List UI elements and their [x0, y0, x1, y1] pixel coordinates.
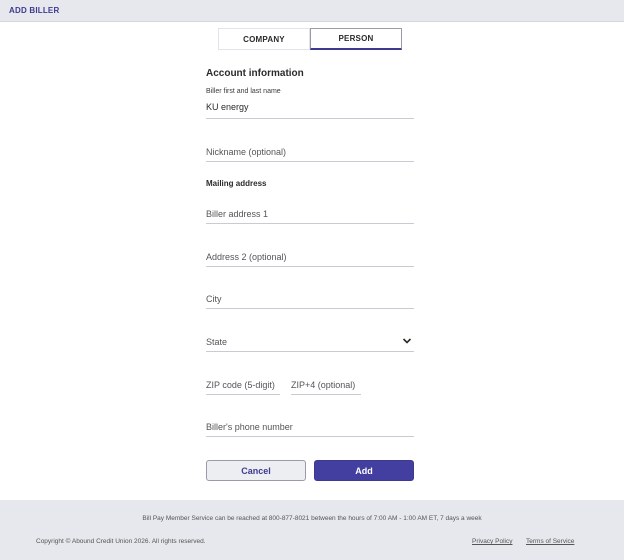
phone-placeholder: Biller's phone number: [206, 422, 293, 432]
address2-field[interactable]: Address 2 (optional): [206, 247, 414, 267]
state-placeholder: State: [206, 337, 228, 347]
privacy-policy-link[interactable]: Privacy Policy: [472, 538, 512, 545]
mailing-address-heading: Mailing address: [206, 179, 267, 188]
terms-of-service-link[interactable]: Terms of Service: [526, 538, 574, 545]
biller-name-value: KU energy: [206, 102, 249, 112]
state-select[interactable]: State: [206, 332, 414, 352]
zip-placeholder: ZIP code (5-digit): [206, 380, 275, 390]
city-field[interactable]: City: [206, 289, 414, 309]
cancel-button[interactable]: Cancel: [206, 460, 306, 481]
city-placeholder: City: [206, 294, 222, 304]
zip-field[interactable]: ZIP code (5-digit): [206, 375, 280, 395]
footer: Bill Pay Member Service can be reached a…: [0, 500, 624, 560]
zip4-field[interactable]: ZIP+4 (optional): [291, 375, 361, 395]
account-information-heading: Account information: [206, 68, 304, 79]
biller-type-tabs: COMPANY PERSON: [218, 28, 402, 50]
biller-name-label: Biller first and last name: [206, 88, 281, 95]
address1-placeholder: Biller address 1: [206, 209, 269, 219]
nickname-field[interactable]: Nickname (optional): [206, 142, 414, 162]
copyright-text: Copyright © Abound Credit Union 2026. Al…: [36, 538, 206, 545]
biller-name-field[interactable]: Biller first and last name KU energy: [206, 88, 414, 119]
page-title: ADD BILLER: [9, 6, 60, 15]
zip4-placeholder: ZIP+4 (optional): [291, 380, 356, 390]
tab-person[interactable]: PERSON: [310, 28, 402, 50]
tab-company[interactable]: COMPANY: [218, 28, 310, 50]
nickname-placeholder: Nickname (optional): [206, 147, 287, 157]
top-header: ADD BILLER: [0, 0, 624, 22]
add-button[interactable]: Add: [314, 460, 414, 481]
member-service-note: Bill Pay Member Service can be reached a…: [142, 515, 482, 522]
address1-field[interactable]: Biller address 1: [206, 204, 414, 224]
phone-field[interactable]: Biller's phone number: [206, 417, 414, 437]
chevron-down-icon[interactable]: [402, 336, 412, 346]
address2-placeholder: Address 2 (optional): [206, 252, 287, 262]
